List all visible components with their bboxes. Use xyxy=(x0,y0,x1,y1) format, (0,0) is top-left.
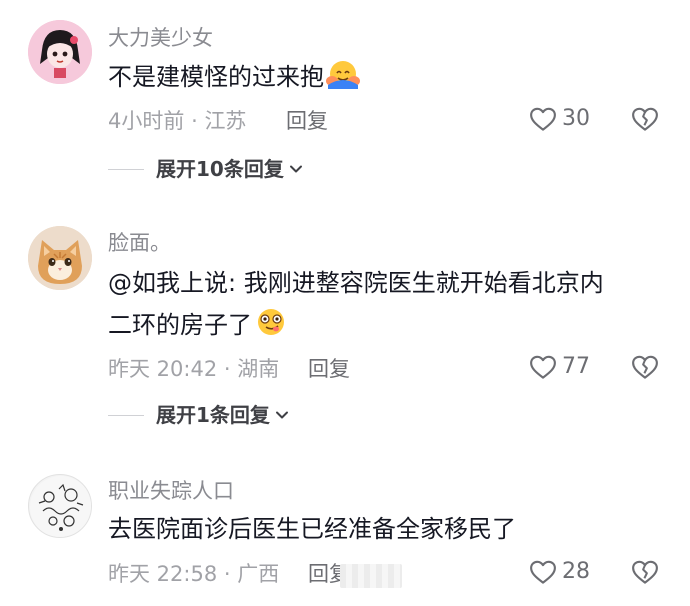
expand-divider xyxy=(108,168,144,170)
comment-location: 江苏 xyxy=(204,109,247,133)
comment-username[interactable]: 大力美少女 xyxy=(108,25,213,51)
broken-heart-icon xyxy=(632,355,658,379)
comment-text-line-2-content: 二环的房子了 xyxy=(108,311,252,339)
woozy-face-emoji-icon xyxy=(254,307,288,350)
meta-separator: · xyxy=(223,357,231,381)
comment-time: 昨天 22:58 xyxy=(108,562,218,586)
comment-meta: 昨天 20:42 · 湖南 xyxy=(108,356,279,382)
hugging-face-emoji-icon xyxy=(326,59,360,102)
dislike-button[interactable] xyxy=(630,352,660,386)
comment-location: 湖南 xyxy=(237,357,280,381)
comment-text-line-2: 二环的房子了 xyxy=(108,304,648,350)
comment-username[interactable]: 脸面。 xyxy=(108,230,171,256)
comment-text: 不是建模怪的过来抱 xyxy=(108,56,648,102)
comment-username[interactable]: 职业失踪人口 xyxy=(108,478,234,504)
heart-icon xyxy=(530,355,556,379)
like-button[interactable]: 28 xyxy=(528,557,590,587)
like-count: 28 xyxy=(562,559,590,584)
heart-icon xyxy=(530,560,556,584)
dislike-button[interactable] xyxy=(630,557,660,591)
broken-heart-icon xyxy=(632,560,658,584)
comment-meta: 4小时前 · 江苏 xyxy=(108,108,246,134)
expand-label: 展开10条回复 xyxy=(156,157,284,181)
like-count: 30 xyxy=(562,106,590,131)
comment-text-line-1: @如我上说: 我刚进整容院医生就开始看北京内 xyxy=(108,269,604,297)
expand-replies-button[interactable]: 展开10条回复 xyxy=(108,156,304,182)
anime-girl-avatar-icon xyxy=(28,20,92,84)
expand-divider xyxy=(108,414,144,416)
like-count: 77 xyxy=(562,354,590,379)
comment-location: 广西 xyxy=(237,562,280,586)
user-avatar[interactable] xyxy=(28,20,92,84)
doodle-avatar-icon xyxy=(30,476,91,537)
watermark-overlay xyxy=(340,564,402,588)
comment-time: 4小时前 xyxy=(108,109,185,133)
comment-text: 去医院面诊后医生已经准备全家移民了 xyxy=(108,515,516,543)
user-avatar[interactable] xyxy=(28,474,92,538)
chevron-down-icon xyxy=(275,411,288,419)
comment-time: 昨天 20:42 xyxy=(108,357,218,381)
broken-heart-icon xyxy=(632,107,658,131)
like-button[interactable]: 77 xyxy=(528,352,590,382)
comment-text-content: 不是建模怪的过来抱 xyxy=(108,63,324,91)
comment-text: @如我上说: 我刚进整容院医生就开始看北京内 二环的房子了 xyxy=(108,262,648,350)
reply-button[interactable]: 回复 xyxy=(286,108,328,134)
user-avatar[interactable] xyxy=(28,226,92,290)
chevron-down-icon xyxy=(289,165,302,173)
heart-icon xyxy=(530,107,556,131)
orange-cat-avatar-icon xyxy=(28,226,92,290)
meta-separator: · xyxy=(223,562,231,586)
comment-meta: 昨天 22:58 · 广西 xyxy=(108,561,279,587)
reply-button[interactable]: 回复 xyxy=(308,356,350,382)
expand-label: 展开1条回复 xyxy=(156,403,270,427)
dislike-button[interactable] xyxy=(630,104,660,138)
expand-replies-button[interactable]: 展开1条回复 xyxy=(108,402,290,428)
like-button[interactable]: 30 xyxy=(528,104,590,134)
meta-separator: · xyxy=(191,109,198,133)
